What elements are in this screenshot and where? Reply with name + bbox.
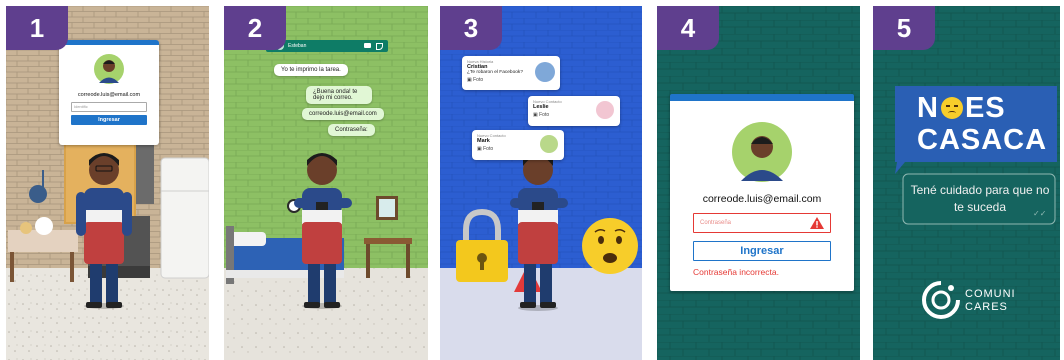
notification-media: Foto: [483, 146, 494, 152]
password-placeholder: Identific: [74, 104, 88, 109]
phone-icon[interactable]: [376, 43, 383, 50]
comunicares-logo-icon: [922, 281, 960, 319]
headline-line-2: CASACA: [917, 124, 1048, 156]
notification-card-3[interactable]: Nuevo Contacto Mark ▣ Foto: [472, 130, 564, 160]
panel-1: correode.luis@email.com Identific Ingres…: [6, 6, 209, 360]
login-button-label: Ingresar: [98, 117, 120, 123]
headline-n: N: [917, 92, 939, 124]
notification-media: Foto: [473, 77, 484, 83]
avatar: [732, 122, 792, 182]
contact-name: Esteban: [288, 43, 307, 49]
password-field[interactable]: Identific: [71, 102, 147, 112]
sad-face-emoji: [940, 97, 963, 119]
notification-avatar: [540, 135, 558, 153]
login-card: correode.luis@email.com Identific Ingres…: [59, 40, 159, 145]
logo-text-line-2: CARES: [965, 301, 1008, 313]
panel-2: Esteban Yo te imprimo la tarea. ¿Buena o…: [224, 6, 428, 360]
panel-number-badge: 5: [873, 6, 935, 50]
avatar: [94, 54, 124, 84]
notification-avatar: [596, 101, 614, 119]
notification-avatar: [535, 62, 555, 82]
warning-message: Tené cuidado para que no te suceda: [910, 183, 1050, 214]
chat-message-3: correode.luis@email.com: [302, 108, 384, 120]
video-call-icon[interactable]: [364, 43, 371, 48]
panel-5: N ES CASACA Tené cuidado para que no te s…: [873, 6, 1060, 360]
login-button[interactable]: Ingresar: [693, 241, 831, 261]
headline-line-1: N ES: [917, 92, 1006, 125]
headline-es: ES: [964, 92, 1006, 124]
panel-number-badge: 1: [6, 6, 68, 50]
login-card: correode.luis@email.com Contraseña Ingre…: [670, 94, 854, 291]
panel-number-badge: 2: [224, 6, 286, 50]
login-button-label: Ingresar: [740, 245, 784, 257]
panel-2-scene: [224, 6, 428, 360]
panel-3: Nueva Historia Cristian ¿Te robaron el F…: [440, 6, 642, 360]
password-field[interactable]: Contraseña: [693, 213, 831, 233]
panel-number-badge: 3: [440, 6, 502, 50]
error-message: Contraseña incorrecta.: [693, 267, 779, 277]
chat-message-1: Yo te imprimo la tarea.: [274, 64, 348, 76]
notification-card-1[interactable]: Nueva Historia Cristian ¿Te robaron el F…: [462, 56, 560, 90]
email-label: correode.luis@email.com: [702, 193, 822, 205]
panel-number-badge: 4: [657, 6, 719, 50]
warning-icon: [810, 217, 824, 229]
login-button[interactable]: Ingresar: [71, 115, 147, 125]
chat-message-4: Contraseña:: [328, 124, 375, 136]
panel-4: correode.luis@email.com Contraseña Ingre…: [657, 6, 860, 360]
notification-card-2[interactable]: Nuevo Contacto Leslie ▣ Foto: [528, 96, 620, 126]
email-label: correode.luis@email.com: [77, 92, 141, 98]
chat-message-2: ¿Buena onda! te dejo mi correo.: [306, 86, 372, 104]
notification-media: Foto: [539, 112, 550, 118]
read-check-icon: ✓✓: [1033, 209, 1047, 218]
logo-text-line-1: COMUNI: [965, 288, 1016, 300]
